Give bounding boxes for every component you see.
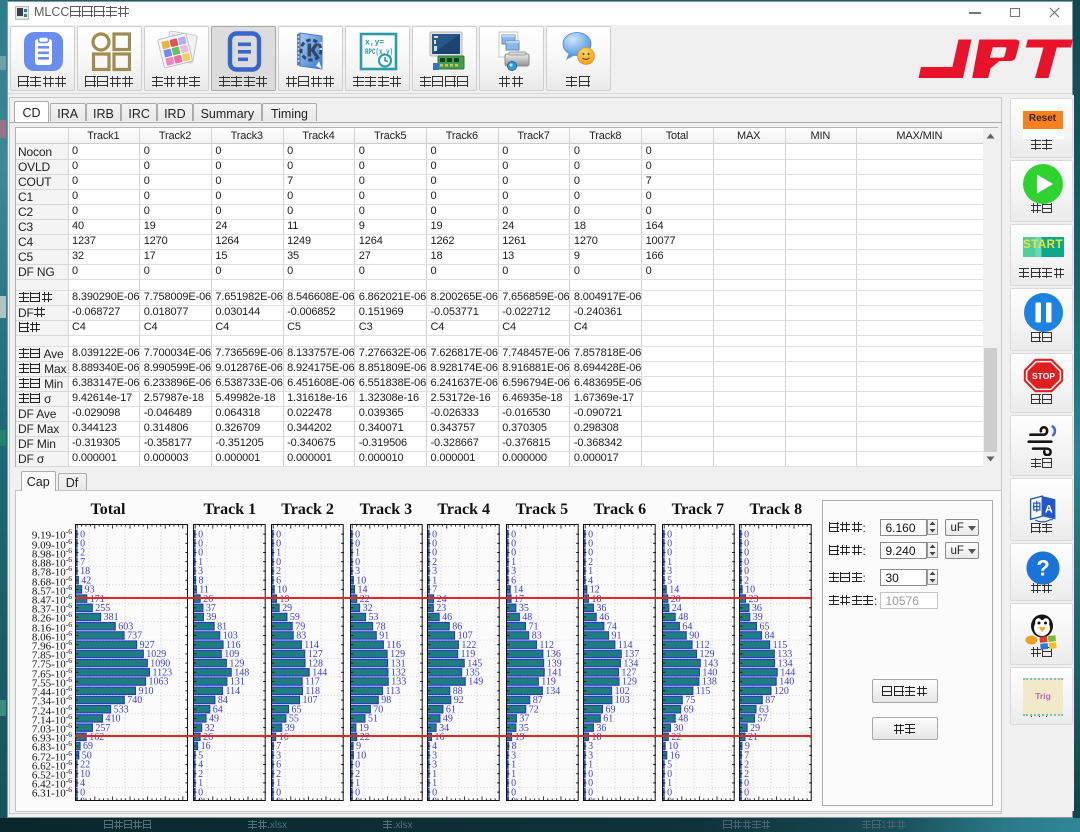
svg-text:134: 134 [545, 686, 560, 697]
svg-text:A: A [1045, 503, 1053, 515]
svg-text:381: 381 [104, 612, 119, 623]
svg-text:72: 72 [528, 704, 538, 715]
svg-text:46: 46 [442, 612, 452, 623]
svg-text:39: 39 [207, 612, 217, 623]
svg-text:x,y=: x,y= [365, 39, 384, 48]
svg-text:51: 51 [368, 713, 378, 724]
svg-text:740: 740 [127, 695, 142, 706]
svg-text:?: ? [1036, 555, 1049, 580]
svg-text:115: 115 [695, 686, 710, 697]
svg-text:103: 103 [615, 695, 630, 706]
svg-text:107: 107 [303, 695, 318, 706]
svg-text:149: 149 [468, 676, 483, 687]
svg-text:STOP: STOP [1032, 370, 1055, 380]
svg-text:120: 120 [774, 686, 789, 697]
